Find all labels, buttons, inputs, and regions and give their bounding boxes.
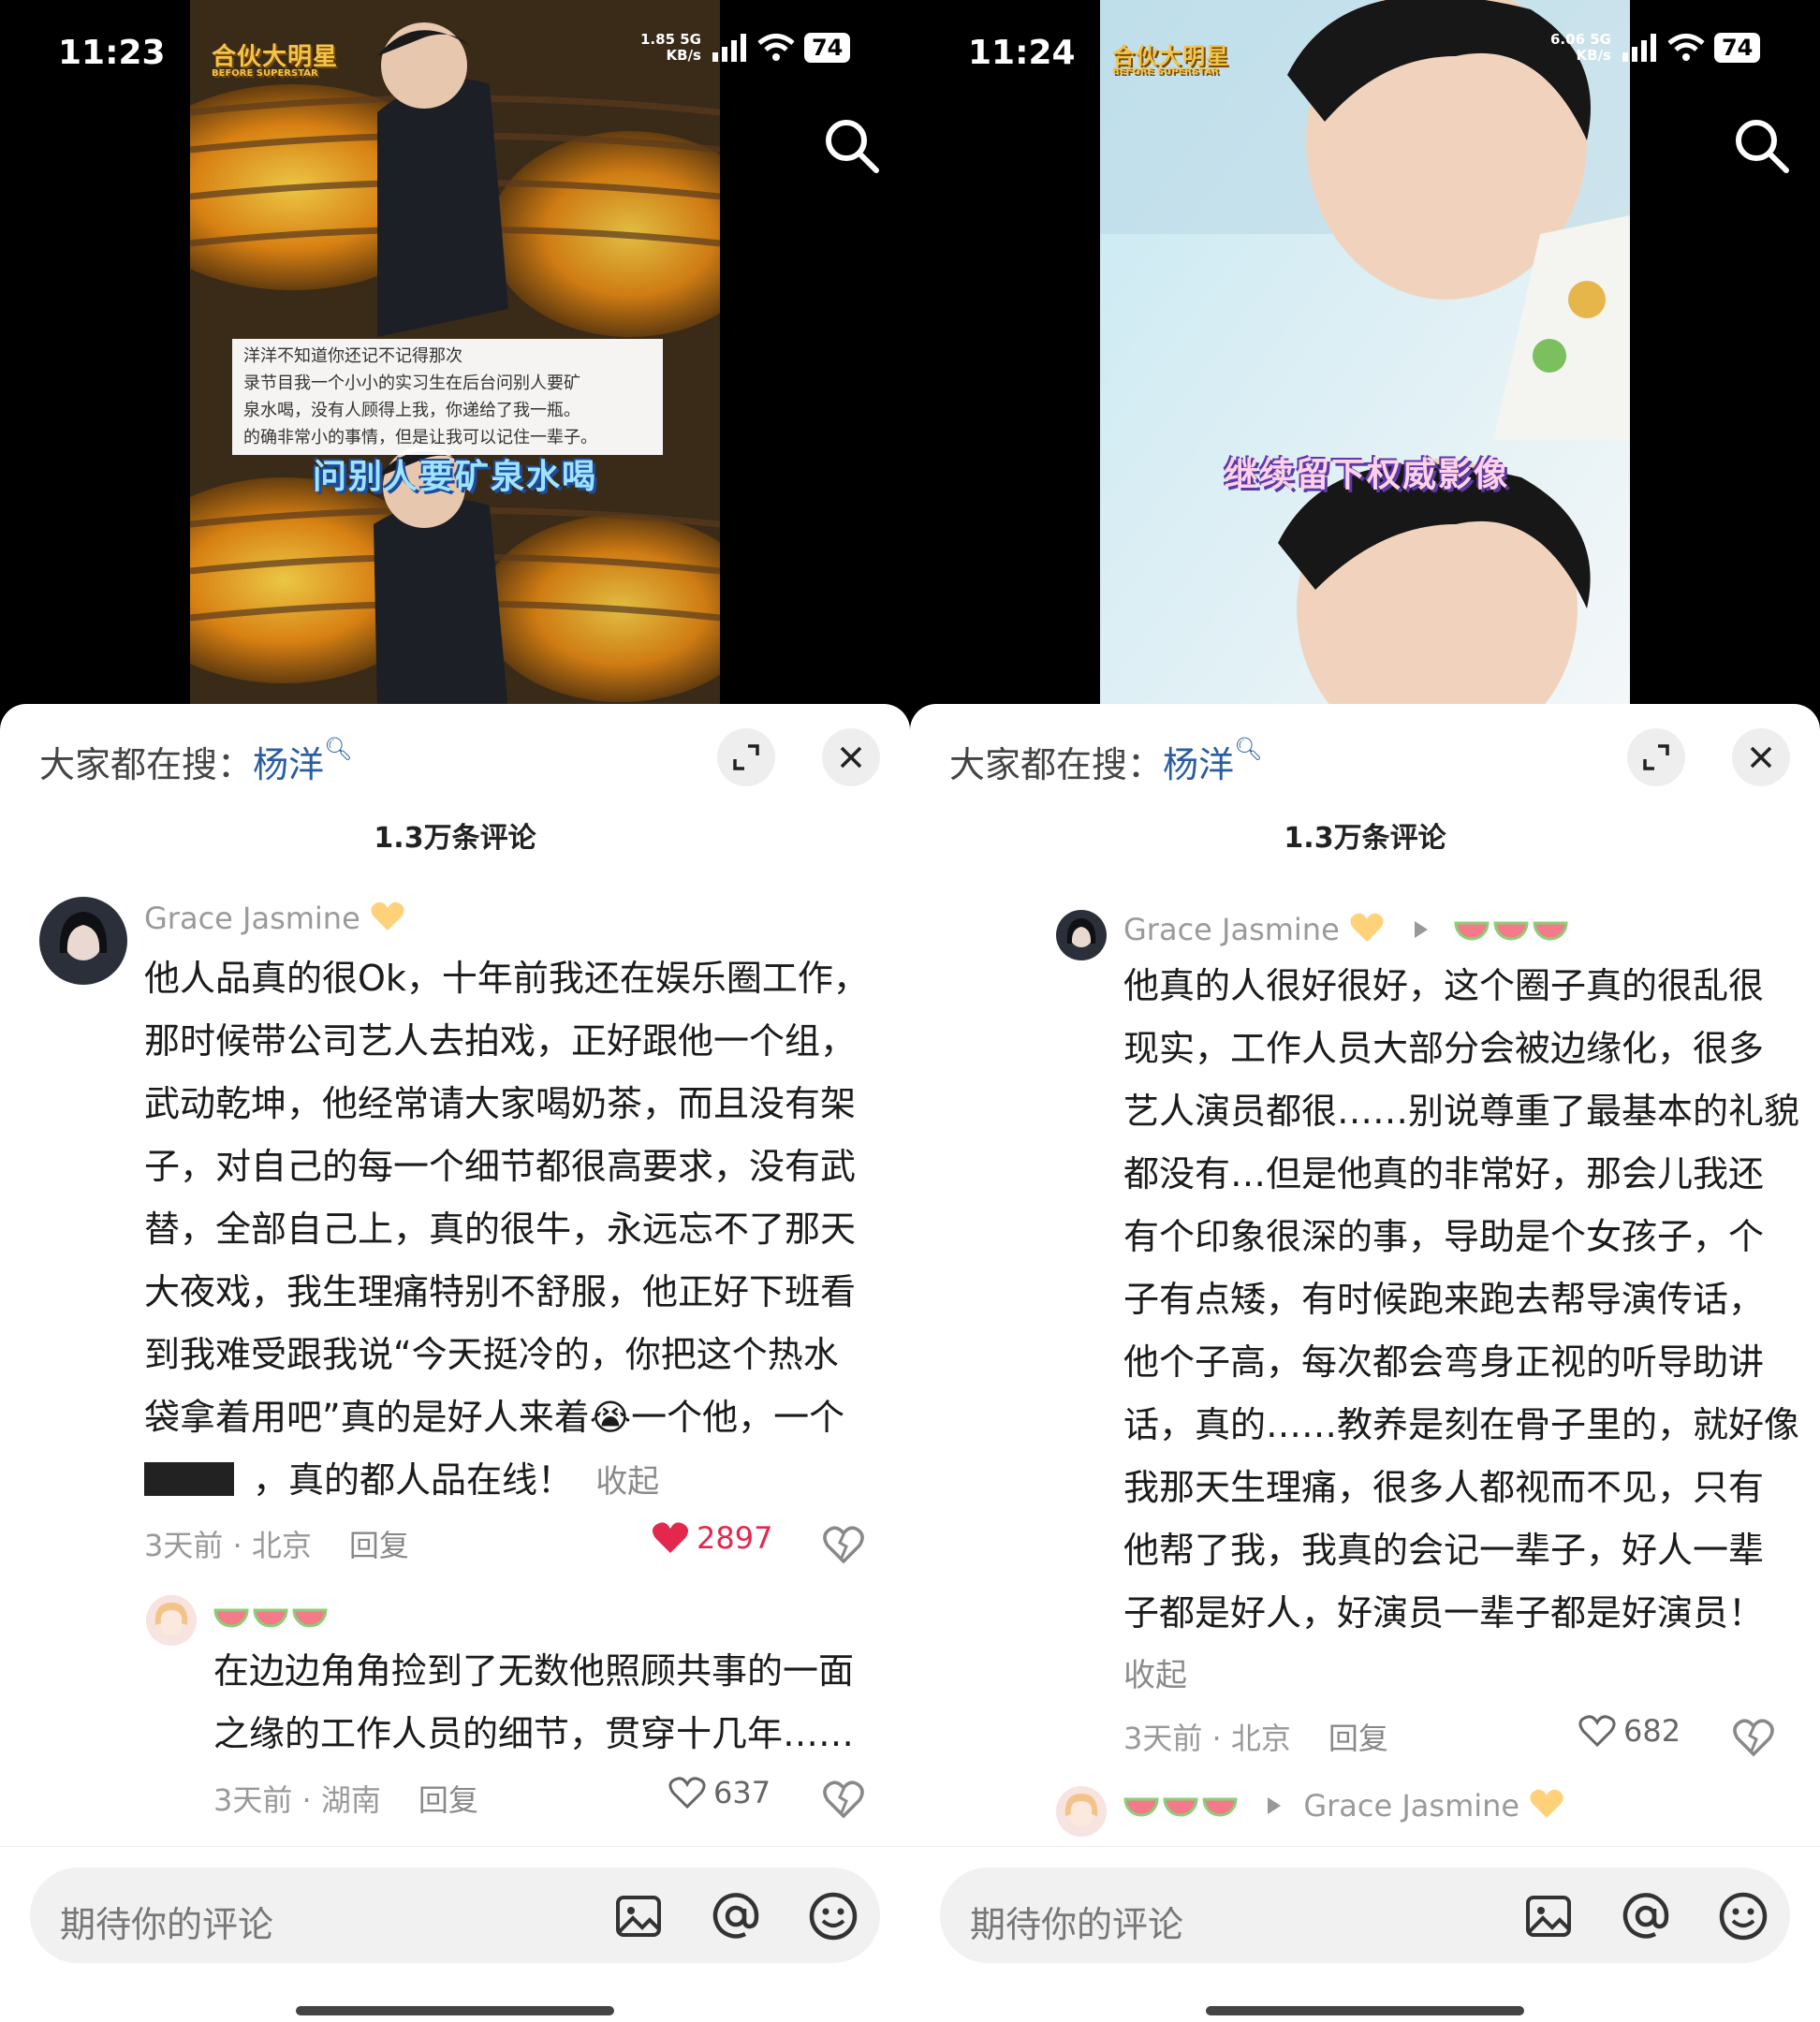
like-button[interactable]: 2897 <box>652 1520 772 1556</box>
watermelon-icons <box>1123 1797 1238 1822</box>
battery-indicator: 74 <box>1713 33 1761 63</box>
video-player[interactable]: 11:24 合伙大明星 BEFORE SUPERSTAR 6.06 5G KB/s … <box>910 0 1820 730</box>
signal-icon <box>1622 34 1656 62</box>
battery-indicator: 74 <box>803 33 851 63</box>
reply-button[interactable]: 回复 <box>1328 1721 1388 1756</box>
search-small-icon: 🔍︎ <box>1234 736 1263 762</box>
comment-text: 他真的人很好很好，这个圈子真的很乱很 现实，工作人员大部分会被边缘化，很多 艺人… <box>1123 955 1807 1707</box>
collapse-link[interactable]: 收起 <box>595 1463 659 1501</box>
watermelon-icons <box>213 1608 328 1633</box>
video-frame <box>1100 0 1630 711</box>
expand-button[interactable] <box>1627 728 1685 786</box>
image-icon[interactable] <box>612 1890 665 1942</box>
show-logo: 合伙大明星 BEFORE SUPERSTAR <box>1112 43 1229 77</box>
home-indicator[interactable] <box>296 2006 614 2015</box>
status-icons: 6.06 5G KB/s 74 <box>1550 31 1761 64</box>
close-button[interactable] <box>822 728 880 786</box>
heart-filled-icon <box>652 1522 689 1553</box>
image-icon[interactable] <box>1522 1890 1575 1942</box>
status-icons: 1.85 5G KB/s 74 <box>640 31 851 64</box>
comment-count: 1.3万条评论 <box>374 822 536 855</box>
reply-text: 在边边角角捡到了无数他照顾共事的一面 之缘的工作人员的细节，贯穿十几年…… <box>213 1650 855 1754</box>
comment-input[interactable]: 期待你的评论 <box>940 1868 1790 1963</box>
at-mention-icon[interactable] <box>1620 1890 1672 1942</box>
yellow-heart-icon <box>1350 913 1384 942</box>
yellow-heart-icon <box>1530 1789 1563 1818</box>
comment-input[interactable]: 期待你的评论 <box>30 1868 880 1963</box>
comment-count: 1.3万条评论 <box>1284 822 1446 855</box>
dislike-icon[interactable] <box>822 1777 865 1820</box>
right-phone-screen: 11:24 合伙大明星 BEFORE SUPERSTAR 6.06 5G KB/s … <box>910 0 1820 2022</box>
watermelon-icons <box>1454 921 1568 945</box>
video-player[interactable]: 11:23 合伙大明星 BEFORE SUPERSTAR 1.85 5G KB/s … <box>0 0 910 730</box>
wifi-icon <box>1667 34 1705 61</box>
trending-search[interactable]: 大家都在搜：杨洋🔍︎ <box>949 736 1263 787</box>
comment-meta: 3天前 · 北京 回复 <box>144 1528 409 1563</box>
net-speed: 1.85 5G KB/s <box>640 31 701 64</box>
video-subtitle: 继续留下权威影像 <box>1225 456 1510 494</box>
comment-panel: 大家都在搜：杨洋🔍︎ 1.3万条评论 Grace Jasmine <box>910 704 1820 2022</box>
emoji-icon[interactable] <box>807 1890 859 1942</box>
comment-input-bar: 期待你的评论 <box>0 1846 910 2022</box>
dislike-icon[interactable] <box>822 1522 865 1565</box>
comment-input-placeholder: 期待你的评论 <box>60 1904 274 1945</box>
like-button[interactable]: 637 <box>668 1775 771 1810</box>
comment-username[interactable]: Grace Jasmine <box>1123 912 1568 947</box>
avatar[interactable] <box>1056 910 1107 960</box>
comment-text: 他人品真的很Ok，十年前我还在娱乐圈工作， 那时候带公司艺人去拍戏，正好跟他一个… <box>144 958 869 1501</box>
yellow-heart-icon <box>371 901 404 930</box>
expand-icon <box>1643 744 1669 770</box>
comment-meta: 3天前 · 北京 回复 <box>1123 1721 1388 1756</box>
reply-meta: 3天前 · 湖南 回复 <box>213 1782 478 1818</box>
trending-search[interactable]: 大家都在搜：杨洋🔍︎ <box>39 736 353 787</box>
comment-panel: 大家都在搜：杨洋🔍︎ 1.3万条评论 Grace Jasmine <box>0 704 910 2022</box>
reply-username[interactable]: Grace Jasmine <box>1123 1788 1564 1824</box>
at-mention-icon[interactable] <box>710 1890 762 1942</box>
comment-input-bar: 期待你的评论 <box>910 1846 1820 2022</box>
status-time: 11:24 <box>968 34 1076 72</box>
emoji-icon[interactable] <box>1717 1890 1769 1942</box>
expand-icon <box>733 744 759 770</box>
comment-input-placeholder: 期待你的评论 <box>970 1904 1184 1945</box>
close-button[interactable] <box>1732 728 1790 786</box>
show-logo: 合伙大明星 BEFORE SUPERSTAR <box>212 43 339 79</box>
video-subtitle: 问别人要矿泉水喝 <box>313 458 598 496</box>
reply-button[interactable]: 回复 <box>349 1528 409 1563</box>
net-speed: 6.06 5G KB/s <box>1550 31 1611 64</box>
video-caption-box: 洋洋不知道你还记不记得那次 录节目我一个小小的实习生在后台问别人要矿 泉水喝，没… <box>232 339 663 455</box>
close-icon <box>1750 746 1772 769</box>
signal-icon <box>712 34 746 62</box>
search-small-icon: 🔍︎ <box>324 736 353 762</box>
reply-username[interactable] <box>213 1599 328 1634</box>
reply-avatar[interactable] <box>1056 1786 1107 1837</box>
like-button[interactable]: 682 <box>1578 1713 1681 1749</box>
search-icon[interactable] <box>1732 116 1792 176</box>
reply-avatar[interactable] <box>146 1595 197 1646</box>
reply-to-arrow-icon <box>1415 921 1429 938</box>
wifi-icon <box>757 34 795 61</box>
redacted-name <box>144 1462 234 1496</box>
expand-button[interactable] <box>717 728 775 786</box>
left-phone-screen: 11:23 合伙大明星 BEFORE SUPERSTAR 1.85 5G KB/s … <box>0 0 910 2022</box>
close-icon <box>840 746 862 769</box>
avatar[interactable] <box>39 897 127 985</box>
trending-keyword-link[interactable]: 杨洋 <box>253 744 324 785</box>
like-count: 637 <box>713 1775 771 1810</box>
search-icon[interactable] <box>822 116 882 176</box>
dislike-icon[interactable] <box>1732 1715 1775 1758</box>
status-time: 11:23 <box>58 34 166 72</box>
like-count: 2897 <box>697 1520 773 1556</box>
home-indicator[interactable] <box>1206 2006 1524 2015</box>
collapse-link[interactable]: 收起 <box>1123 1645 1807 1707</box>
heart-outline-icon <box>1578 1715 1616 1748</box>
heart-outline-icon <box>668 1777 706 1810</box>
reply-to-arrow-icon <box>1268 1797 1282 1814</box>
reply-button[interactable]: 回复 <box>418 1782 478 1818</box>
like-count: 682 <box>1623 1713 1681 1749</box>
comment-username[interactable]: Grace Jasmine <box>144 901 405 936</box>
trending-keyword-link[interactable]: 杨洋 <box>1163 744 1234 785</box>
